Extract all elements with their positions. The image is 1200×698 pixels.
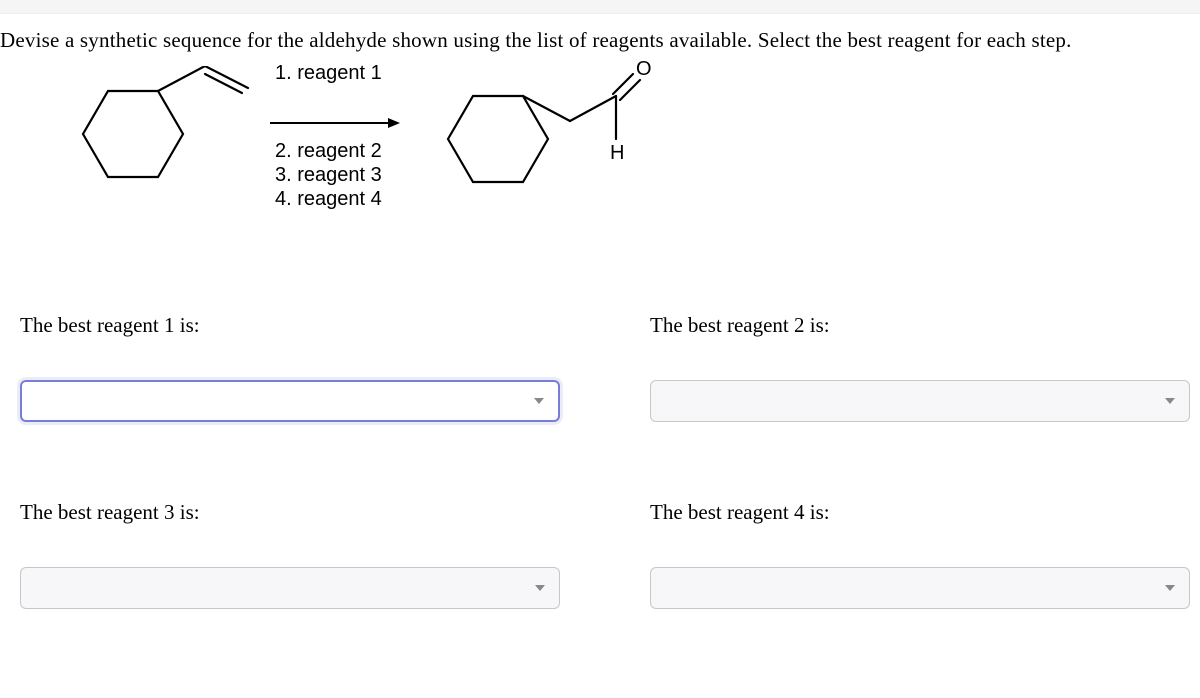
reagent-4-prompt: The best reagent 4 is:: [650, 500, 1190, 525]
starting-material-structure: [50, 66, 250, 196]
reaction-scheme: 1. reagent 1 2. reagent 2 3. reagent 3 4…: [0, 61, 1200, 241]
hydrogen-atom-label: H: [610, 142, 624, 164]
answer-grid: The best reagent 1 is: The best reagent …: [0, 313, 1200, 687]
top-bar: [0, 0, 1200, 14]
chevron-down-icon: [534, 398, 544, 404]
reagent-3-select[interactable]: [20, 567, 560, 609]
reagent-1-block: The best reagent 1 is:: [20, 313, 560, 500]
chevron-down-icon: [1165, 398, 1175, 404]
reagent-3-block: The best reagent 3 is:: [20, 500, 560, 687]
chevron-down-icon: [1165, 585, 1175, 591]
oxygen-atom-label: O: [636, 61, 652, 80]
product-structure: O H: [428, 61, 658, 201]
reagent-4-block: The best reagent 4 is:: [650, 500, 1190, 687]
reagent-3-prompt: The best reagent 3 is:: [20, 500, 560, 525]
reagent-steps-2-4-label: 2. reagent 2 3. reagent 3 4. reagent 4: [275, 139, 382, 211]
reagent-1-prompt: The best reagent 1 is:: [20, 313, 560, 338]
reagent-4-select[interactable]: [650, 567, 1190, 609]
reaction-arrow: [270, 113, 400, 133]
reagent-1-select[interactable]: [20, 380, 560, 422]
reagent-step-1-label: 1. reagent 1: [275, 61, 382, 85]
reagent-2-block: The best reagent 2 is:: [650, 313, 1190, 500]
chevron-down-icon: [535, 585, 545, 591]
reagent-step-2-label: 2. reagent 2: [275, 139, 382, 163]
question-text: Devise a synthetic sequence for the alde…: [0, 14, 1200, 53]
reagent-step-4-label: 4. reagent 4: [275, 187, 382, 211]
reagent-2-prompt: The best reagent 2 is:: [650, 313, 1190, 338]
reagent-step-3-label: 3. reagent 3: [275, 163, 382, 187]
reagent-2-select[interactable]: [650, 380, 1190, 422]
